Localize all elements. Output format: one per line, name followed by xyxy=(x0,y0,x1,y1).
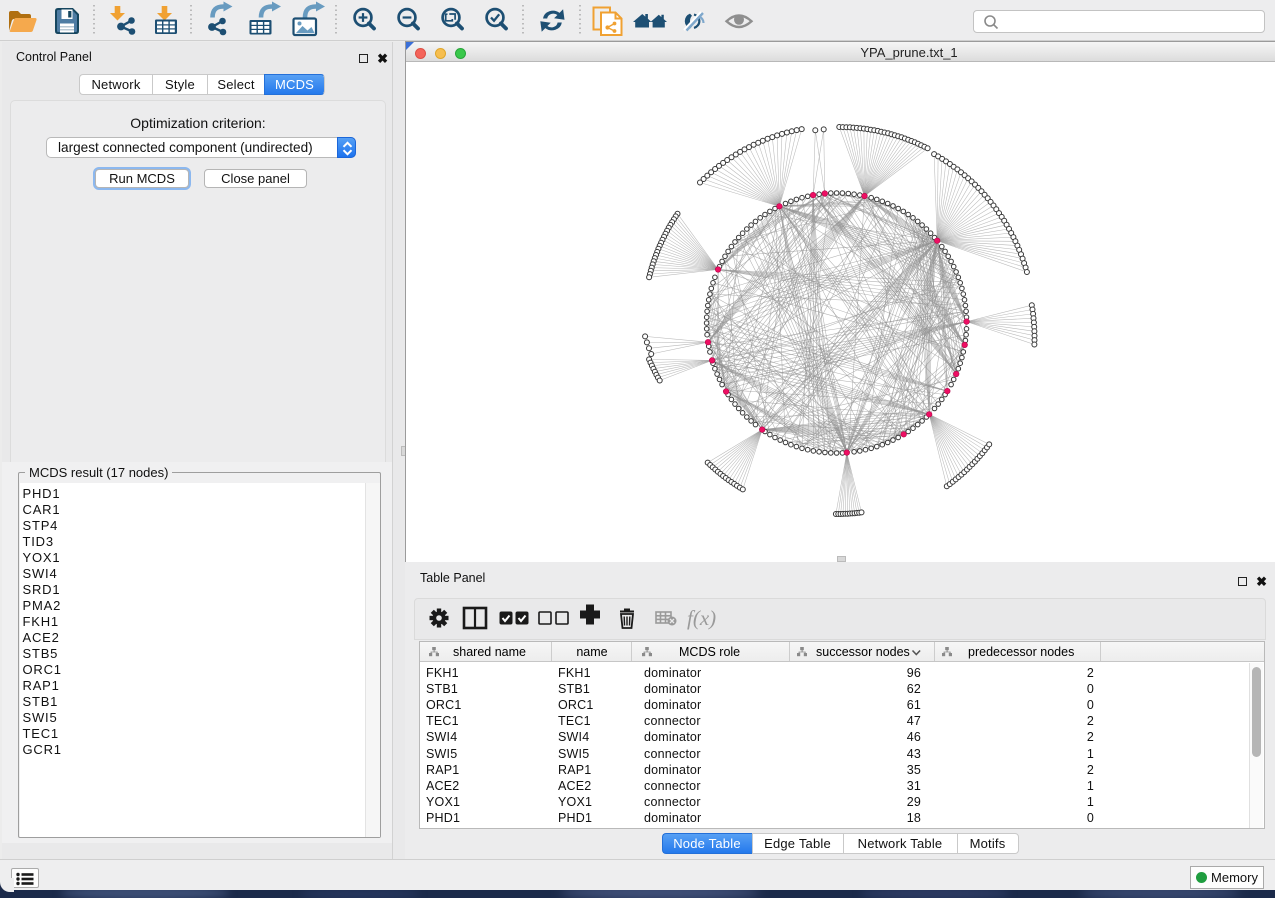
svg-text:f(x): f(x) xyxy=(687,606,716,630)
